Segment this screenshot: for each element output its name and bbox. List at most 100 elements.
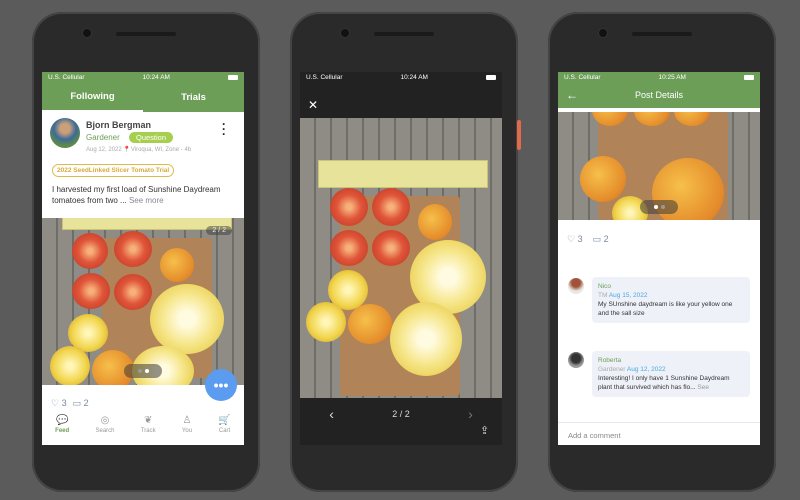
nav-search[interactable]: ◎ Search [95,415,115,435]
add-comment-input[interactable]: Add a comment [558,422,760,445]
carousel-dots[interactable] [124,364,162,378]
nav-label: Cart [218,428,231,434]
sprout-icon: ❦ [144,415,153,426]
commenter-role: TM [598,292,608,299]
speaker [116,32,176,36]
trial-tag[interactable]: 2022 SeedLinked Slicer Tomato Trial [52,164,175,177]
chat-bubble-icon: 💬 [55,415,69,426]
back-arrow-icon[interactable]: ← [566,88,578,102]
bottom-nav: 💬 Feed ◎ Search ❦ Track ♙ You 🛒 Cart [42,415,244,435]
post-meta: Aug 12, 2022 📍Viroqua, WI, Zone - 4b [86,146,191,153]
carrier: U.S. Cellular [564,73,601,81]
image-counter: 2 / 2 [206,226,232,235]
nav-track[interactable]: ❦ Track [140,415,156,435]
page-title: Post Details [634,90,684,100]
nav-label: Feed [55,428,70,434]
post-location: Viroqua, WI, Zone - 4b [130,147,192,153]
nav-cart[interactable]: 🛒 Cart [218,415,231,435]
camera [82,28,92,38]
details-screen: U.S. Cellular 10:25 AM ← Post Details ♡ 3… [558,72,760,445]
commenter-avatar[interactable] [568,352,584,368]
previous-arrow-icon[interactable]: ‹ [329,406,334,422]
comment-item: Nico TM Aug 15, 2022 My SUnshine daydrea… [592,277,750,323]
status-bar: U.S. Cellular 10:24 AM [42,72,244,82]
more-options-icon[interactable]: · · · [222,118,226,140]
comment-button[interactable]: ▭ 2 [593,234,609,245]
comment-icon: ▭ [72,398,82,408]
speaker [632,32,692,36]
status-bar: U.S. Cellular 10:24 AM [300,72,502,82]
phone-feed: U.S. Cellular 10:24 AM Following Trials B… [32,12,260,492]
tab-trials[interactable]: Trials [143,82,244,112]
share-icon[interactable]: ⇪ [480,424,489,437]
phone-viewer: U.S. Cellular 10:24 AM ✕ ‹ 2 / 2 › ⇪ [290,12,521,492]
tab-bar: Following Trials [42,82,244,112]
carrier: U.S. Cellular [48,73,85,81]
battery-icon [227,74,238,80]
avatar[interactable] [50,118,80,148]
post-text: I harvested my first load of Sunshine Da… [52,184,237,206]
see-more-link[interactable]: See [697,384,709,391]
commenter-name[interactable]: Nico [598,282,744,291]
nav-you[interactable]: ♙ You [181,415,193,435]
post-photo[interactable] [558,112,760,220]
comment-text: My SUnshine daydream is like your yellow… [598,301,733,317]
comment-button[interactable]: ▭ 2 [73,398,89,409]
battery-icon [485,74,496,80]
carousel-dots[interactable] [640,200,678,214]
heart-icon: ♡ [51,398,60,408]
status-bar: U.S. Cellular 10:25 AM [558,72,760,82]
phone-details: U.S. Cellular 10:25 AM ← Post Details ♡ 3… [548,12,776,492]
compass-icon: ◎ [100,415,110,426]
person-icon: ♙ [182,415,192,426]
like-button[interactable]: ♡ 3 [567,234,583,245]
clock: 10:24 AM [400,73,428,81]
like-count: 3 [61,398,67,408]
header-bar: ← Post Details [558,82,760,108]
viewer-screen: U.S. Cellular 10:24 AM ✕ ‹ 2 / 2 › ⇪ [300,72,502,445]
camera [598,28,608,38]
feed-screen: U.S. Cellular 10:24 AM Following Trials B… [42,72,244,445]
post-actions: ♡ 3 ▭ 2 [567,234,609,245]
nav-label: Search [95,428,115,434]
commenter-role: Gardener [598,366,626,373]
author-role: Gardener [86,133,120,142]
comment-count: 2 [83,398,89,408]
nav-label: You [181,428,193,434]
commenter-avatar[interactable] [568,278,584,294]
comment-text: Interesting! I only have 1 Sunshine Dayd… [598,375,730,391]
cart-icon: 🛒 [218,415,231,426]
nav-feed[interactable]: 💬 Feed [55,415,70,435]
comment-date: Aug 15, 2022 [608,292,648,299]
post-date: Aug 12, 2022 [86,147,122,153]
clock: 10:24 AM [142,73,170,81]
heart-icon: ♡ [567,234,576,244]
battery-icon [743,74,754,80]
full-photo[interactable] [300,118,502,398]
comment-item: Roberta Gardener Aug 12, 2022 Interestin… [592,351,750,397]
author-name[interactable]: Bjorn Bergman [86,120,151,130]
comment-icon: ▭ [592,234,602,244]
clock: 10:25 AM [658,73,686,81]
camera [340,28,350,38]
comment-count: 2 [603,234,609,244]
tab-following[interactable]: Following [42,82,143,112]
side-button [517,120,521,150]
location-pin-icon: 📍 [123,147,131,153]
close-icon[interactable]: ✕ [308,98,318,112]
viewer-nav: ‹ 2 / 2 › [300,406,502,422]
post-actions: ♡ 3 ▭ 2 [51,398,89,409]
like-button[interactable]: ♡ 3 [51,398,67,409]
next-arrow-icon[interactable]: › [468,406,473,422]
fab-more-button[interactable]: ••• [205,369,237,401]
viewer-counter: 2 / 2 [392,409,410,419]
ruler [318,160,488,188]
comment-date: Aug 12, 2022 [626,366,666,373]
nav-label: Track [140,428,156,434]
post-photo[interactable]: 2 / 2 [42,218,244,385]
see-more-link[interactable]: See more [129,196,164,205]
question-badge: Question [129,132,174,143]
commenter-name[interactable]: Roberta [598,356,744,365]
carrier: U.S. Cellular [306,73,343,81]
speaker [374,32,434,36]
